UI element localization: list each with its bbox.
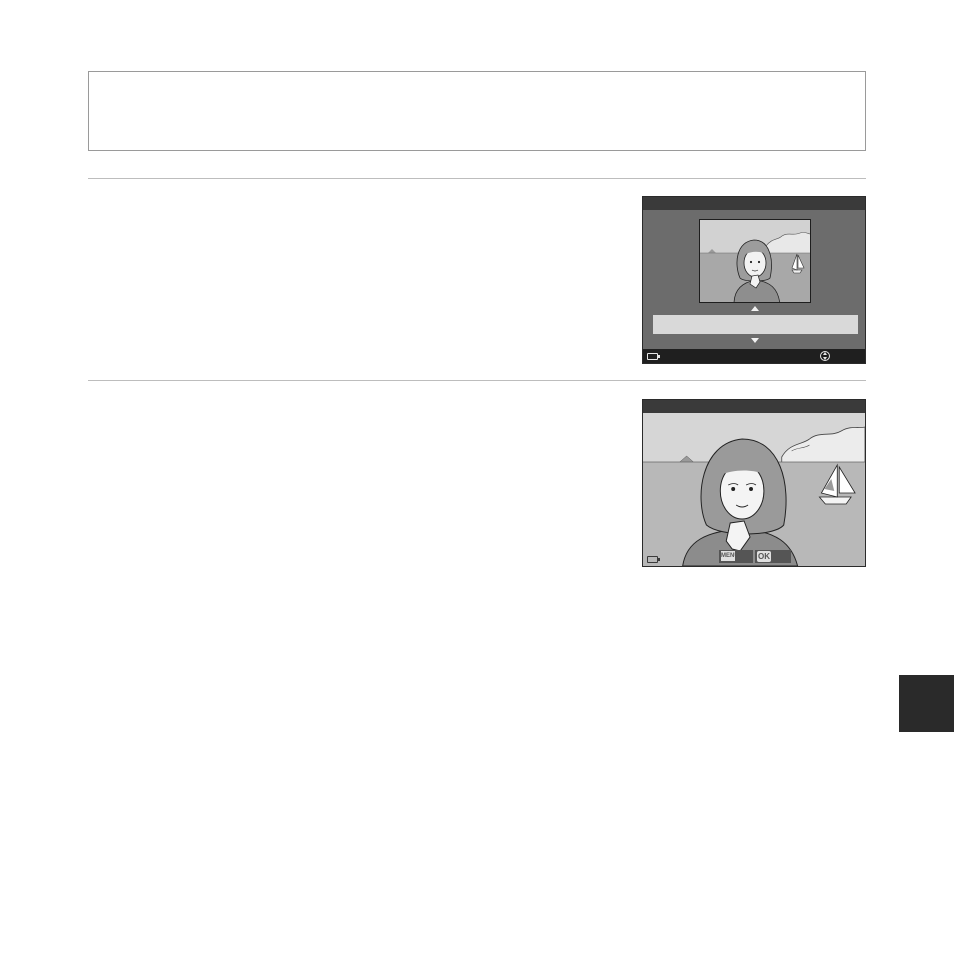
portrait-photo-thumbnail <box>700 220 810 302</box>
screen-title-bar <box>643 197 865 210</box>
arrow-up-icon <box>751 306 759 311</box>
menu-back-button[interactable]: MENU <box>719 550 753 563</box>
screen-title-bar <box>643 400 865 413</box>
camera-screen-selection <box>642 196 866 364</box>
portrait-photo-full <box>643 413 865 566</box>
multi-selector-icon <box>820 351 830 361</box>
menu-button-icon: MENU <box>721 551 739 561</box>
camera-screen-confirm: MENU OK <box>642 399 866 567</box>
note-box <box>88 71 866 151</box>
ok-confirm-button[interactable]: OK <box>755 550 791 563</box>
section-side-tab <box>899 675 954 732</box>
battery-icon <box>647 353 660 360</box>
divider-step-2 <box>88 380 866 381</box>
arrow-down-icon <box>751 338 759 343</box>
divider-step-1 <box>88 178 866 179</box>
image-preview-thumbnail <box>699 219 811 303</box>
screen-footer-bar <box>643 349 865 363</box>
battery-icon <box>647 556 660 563</box>
ok-button-icon: OK <box>757 551 771 562</box>
selected-option-bar[interactable] <box>653 315 858 334</box>
